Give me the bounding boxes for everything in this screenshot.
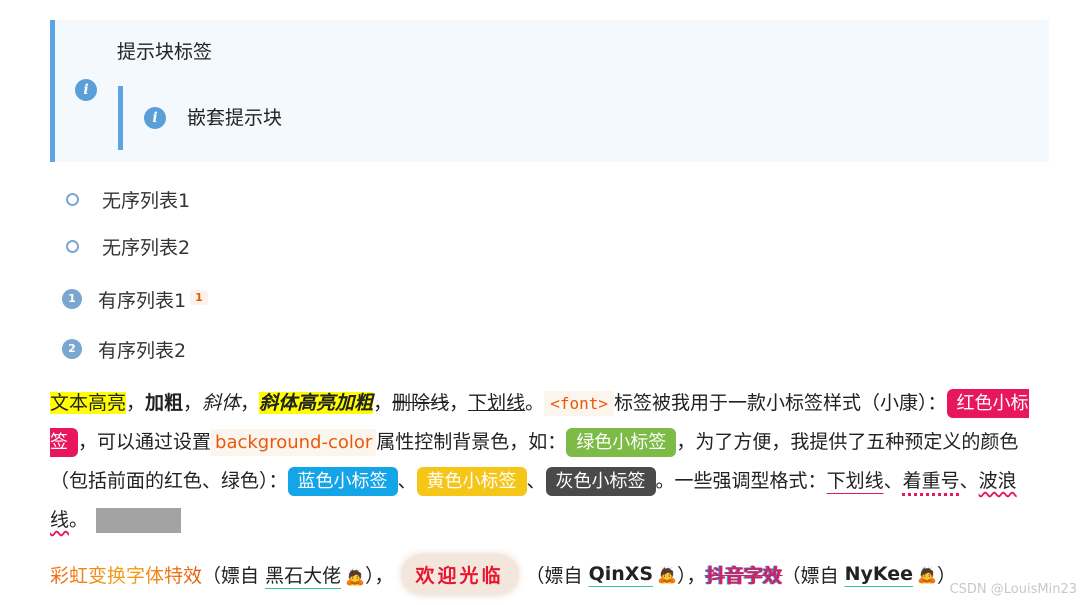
separator: ， <box>373 392 393 414</box>
info-circle-icon: i <box>144 107 166 129</box>
underline-text: 下划线 <box>468 392 526 414</box>
list-item: 无序列表2 <box>62 231 190 261</box>
person-bowing-icon: 🙇 <box>657 565 678 584</box>
list-item-text: 无序列表1 <box>102 189 191 212</box>
effects-line: 彩虹变换字体特效 （嫖自 黑石大佬 🙇 ）， 欢迎光临 （嫖自 QinXS 🙇 ），… <box>50 552 956 596</box>
strikethrough-text: 删除线 <box>392 392 450 414</box>
separator: 、 <box>959 470 979 492</box>
paragraph-text: 。一些强调型格式： <box>655 470 827 492</box>
separator: 、 <box>526 470 546 492</box>
paragraph-text: 标签被我用于一款小标签样式（小康）： <box>613 392 947 414</box>
blue-tag: 蓝色小标签 <box>287 467 398 496</box>
credit-prefix: （嫖自 <box>202 564 266 587</box>
separator: 。 <box>525 392 545 414</box>
watermark: CSDN @LouisMin23 <box>949 582 1077 597</box>
credit-name: 黑石大佬 <box>265 564 342 587</box>
paragraph-text: 属性控制背景色，如： <box>376 431 567 453</box>
credit-name: QinXS <box>588 563 654 585</box>
number-badge: 2 <box>62 339 82 359</box>
callout-title: 提示块标签 <box>117 41 213 63</box>
font-code-snippet: <font> <box>544 391 614 416</box>
emphasis-dots: 着重号 <box>902 470 960 492</box>
separator: ， <box>449 392 469 414</box>
green-tag: 绿色小标签 <box>566 428 677 457</box>
credit-link[interactable]: QinXS 🙇 <box>589 563 677 585</box>
footnote-link[interactable]: 1 <box>190 289 208 305</box>
separator: 、 <box>397 470 417 492</box>
credit-prefix: （嫖自 <box>781 564 845 587</box>
person-bowing-icon: 🙇 <box>917 565 937 584</box>
rainbow-text: 彩虹变换字体特效 <box>50 561 202 588</box>
circle-bullet-icon <box>66 239 79 253</box>
credit-suffix: ）， <box>365 564 394 587</box>
list-item-text: 有序列表2 <box>98 339 187 362</box>
douyin-effect-text: 抖音字效 <box>705 564 782 587</box>
list-item: 无序列表1 <box>62 184 190 214</box>
list-item-text: 有序列表1 <box>98 289 187 312</box>
italic-text: 斜体 <box>202 392 241 414</box>
nested-callout-text: 嵌套提示块 <box>187 107 283 129</box>
yellow-tag: 黄色小标签 <box>416 467 527 496</box>
info-callout: i 提示块标签 i 嵌套提示块 <box>50 20 1049 162</box>
list-item: 1 有序列表1 1 <box>62 284 208 314</box>
gray-tag: 灰色小标签 <box>545 467 656 496</box>
bold-text: 加粗 <box>145 392 184 414</box>
formatting-paragraph: 文本高亮，加粗，斜体，斜体高亮加粗，删除线，下划线。 <font> 标签被我用于一款… <box>50 384 1050 540</box>
bold-italic-highlight-text: 斜体高亮加粗 <box>259 392 374 414</box>
bold-italic-highlight-inner: 斜体高亮加粗 <box>259 392 374 414</box>
credit-link[interactable]: NyKee 🙇 <box>845 563 937 585</box>
list-item-text: 无序列表2 <box>102 236 191 259</box>
credit-suffix: ）， <box>677 564 706 587</box>
paragraph-text: ，可以通过设置 <box>78 431 212 453</box>
credit-name: NyKee <box>844 563 914 585</box>
separator: ， <box>126 392 146 414</box>
welcome-pill: 欢迎光临 <box>401 554 518 594</box>
circle-bullet-icon <box>66 192 79 206</box>
person-bowing-icon: 🙇 <box>345 566 365 586</box>
number-badge: 1 <box>62 289 82 309</box>
separator: ， <box>183 392 203 414</box>
highlight-text: 文本高亮 <box>50 392 127 414</box>
separator: 。 <box>69 509 89 531</box>
emphasis-underline: 下划线 <box>826 470 884 492</box>
nested-callout: i 嵌套提示块 <box>118 86 503 150</box>
background-color-code: background-color <box>211 429 377 456</box>
info-circle-icon: i <box>75 79 97 101</box>
credit-prefix: （嫖自 <box>525 564 589 587</box>
separator: 、 <box>883 470 903 492</box>
list-item: 2 有序列表2 <box>62 334 186 364</box>
gray-placeholder-box <box>96 508 182 533</box>
credit-link[interactable]: 黑石大佬 🙇 <box>265 561 365 588</box>
separator: ， <box>240 392 260 414</box>
